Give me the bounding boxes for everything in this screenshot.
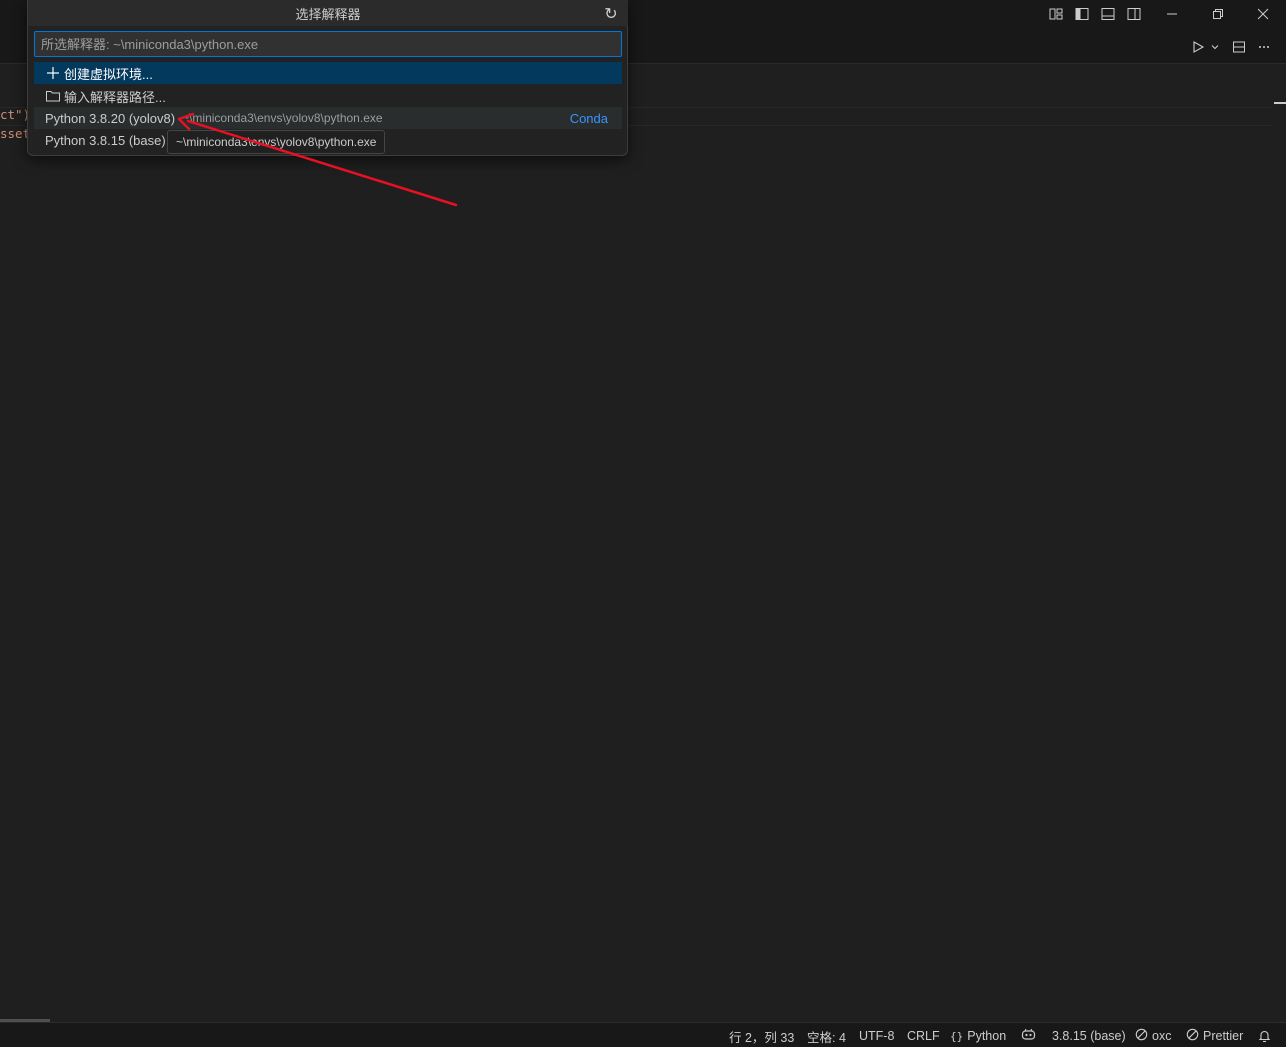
run-icon[interactable] bbox=[1190, 37, 1206, 57]
indentation[interactable]: 空格: 4 bbox=[807, 1027, 846, 1045]
circle-slash-icon bbox=[1135, 1028, 1148, 1044]
status-bar: 行 2，列 33 空格: 4 UTF-8 CRLF {} Python 3.8.… bbox=[0, 1022, 1286, 1047]
notifications-bell-icon[interactable] bbox=[1258, 1027, 1271, 1045]
folder-icon bbox=[45, 88, 61, 104]
python-interpreter-status[interactable]: 3.8.15 (base) bbox=[1052, 1027, 1126, 1045]
oxc-status[interactable]: oxc bbox=[1135, 1027, 1171, 1045]
close-icon[interactable] bbox=[1240, 0, 1286, 28]
enter-interpreter-path-item[interactable]: 输入解释器路径... bbox=[34, 85, 622, 107]
code-line-2: sset bbox=[0, 126, 31, 141]
language-label: Python bbox=[967, 1029, 1007, 1043]
oxc-label: oxc bbox=[1152, 1029, 1172, 1043]
toggle-secondary-sidebar-icon[interactable] bbox=[1124, 4, 1144, 24]
code-line-1: ct") bbox=[0, 107, 31, 122]
interpreter-label: Python 3.8.20 (yolov8) bbox=[45, 110, 176, 126]
prettier-status[interactable]: Prettier bbox=[1186, 1027, 1243, 1045]
minimize-icon[interactable] bbox=[1149, 0, 1195, 28]
circle-slash-icon bbox=[1186, 1028, 1199, 1044]
restore-icon[interactable] bbox=[1195, 0, 1241, 28]
braces-icon: {} bbox=[950, 1029, 964, 1043]
encoding[interactable]: UTF-8 bbox=[859, 1027, 894, 1045]
editor-area[interactable]: ct") sset bbox=[0, 64, 1286, 1022]
interpreter-path: ~\miniconda3\envs\yolov8\python.exe bbox=[182, 111, 383, 125]
toggle-panel-icon[interactable] bbox=[1098, 4, 1118, 24]
copilot-icon bbox=[1021, 1028, 1036, 1044]
prettier-label: Prettier bbox=[1203, 1029, 1244, 1043]
interpreter-label: Python 3.8.15 (base) bbox=[45, 132, 166, 148]
interpreter-search-input[interactable] bbox=[34, 31, 622, 57]
more-actions-icon[interactable] bbox=[1255, 37, 1273, 57]
customize-layout-icon[interactable] bbox=[1046, 4, 1066, 24]
enter-interpreter-path-label: 输入解释器路径... bbox=[64, 89, 166, 105]
chevron-down-icon[interactable] bbox=[1208, 37, 1222, 57]
scrollbar-cursor-marker bbox=[1274, 102, 1286, 104]
plus-icon bbox=[45, 65, 61, 81]
language-mode[interactable]: {} Python bbox=[950, 1027, 1006, 1045]
copilot-status[interactable] bbox=[1021, 1027, 1036, 1045]
interpreter-env-type: Conda bbox=[569, 110, 608, 126]
quick-pick-title: 选择解释器 bbox=[28, 0, 628, 26]
interpreter-item-yolov8[interactable]: Python 3.8.20 (yolov8) ~\miniconda3\envs… bbox=[34, 107, 622, 129]
refresh-icon[interactable]: ↻ bbox=[601, 3, 621, 23]
create-venv-label: 创建虚拟环境... bbox=[64, 66, 153, 82]
end-of-line[interactable]: CRLF bbox=[907, 1027, 940, 1045]
cursor-position[interactable]: 行 2，列 33 bbox=[729, 1027, 794, 1045]
interpreter-path-tooltip: ~\miniconda3\envs\yolov8\python.exe bbox=[167, 130, 386, 154]
toggle-primary-sidebar-icon[interactable] bbox=[1072, 4, 1092, 24]
create-venv-item[interactable]: 创建虚拟环境... bbox=[34, 62, 622, 84]
split-editor-icon[interactable] bbox=[1230, 37, 1248, 57]
